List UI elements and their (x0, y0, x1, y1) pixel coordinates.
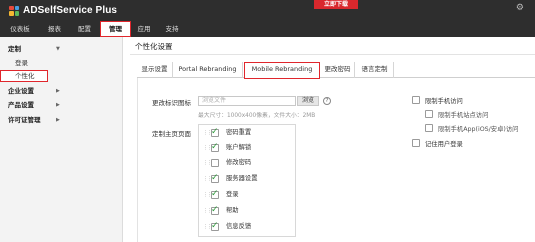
tab-change-password[interactable]: 更改密码 (321, 62, 355, 78)
product-logo[interactable]: ADSelfService Plus (9, 5, 117, 16)
sidebar-section-customize[interactable]: 定制 ▼ (0, 43, 122, 55)
checkbox-change-password[interactable] (211, 159, 219, 167)
tab-display-settings[interactable]: 显示设置 (137, 62, 173, 78)
chevron-right-icon: ▶ (56, 102, 60, 108)
list-item-feedback[interactable]: ⋮⋮ ✓ 信息反馈 (199, 221, 295, 233)
option-label: 帮助 (226, 207, 239, 214)
chevron-right-icon: ▶ (56, 88, 60, 94)
tab-portal-rebranding[interactable]: Portal Rebranding (173, 62, 243, 78)
option-label: 服务器设置 (226, 175, 258, 182)
sidebar-section-product-settings[interactable]: 产品设置 ▶ (0, 99, 122, 111)
change-logo-label: 更改标识图标 (152, 99, 191, 107)
sidebar-item-label: 定制 (8, 45, 21, 53)
logo-square-red (9, 5, 14, 10)
top-header: ADSelfService Plus 立即下载 ⚙ 仪表板 报表 配置 管理 应… (0, 0, 535, 37)
drag-handle-icon[interactable]: ⋮⋮ (203, 224, 212, 230)
check-icon: ✓ (211, 127, 219, 137)
remember-login-label: 记住用户登录 (425, 141, 463, 148)
checkbox-login[interactable]: ✓ (211, 189, 219, 199)
restrict-mobile-web-label: 限制手机站点访问 (438, 112, 489, 119)
option-label: 密码重置 (226, 129, 252, 136)
logo-square-blue (14, 5, 19, 10)
checkbox-restrict-mobile-app[interactable] (425, 124, 433, 132)
drag-handle-icon[interactable]: ⋮⋮ (203, 208, 212, 214)
list-item-account-unlock[interactable]: ⋮⋮ ✓ 账户解锁 (199, 142, 295, 154)
nav-tab-dashboard[interactable]: 仪表板 (0, 21, 40, 37)
checkbox-restrict-mobile-access[interactable] (412, 96, 420, 104)
checkbox-account-unlock[interactable]: ✓ (211, 142, 219, 152)
check-icon: ✓ (211, 173, 219, 183)
sidebar-section-enterprise-settings[interactable]: 企业设置 ▶ (0, 85, 122, 97)
list-item-login[interactable]: ⋮⋮ ✓ 登录 (199, 189, 295, 201)
restrict-mobile-app-label: 限制手机App(iOS/安卓)访问 (438, 126, 519, 133)
sidebar-item-label: 产品设置 (8, 101, 34, 109)
help-icon[interactable]: ? (323, 97, 331, 105)
sidebar-item-personalize[interactable]: 个性化 (0, 70, 48, 82)
gear-icon[interactable]: ⚙ (516, 4, 524, 13)
chevron-right-icon: ▶ (56, 117, 60, 123)
tab-language-customization[interactable]: 语言定制 (356, 62, 394, 78)
check-icon: ✓ (211, 142, 219, 152)
product-name: ADSelfService Plus (23, 5, 118, 16)
nav-tab-configuration[interactable]: 配置 (69, 21, 100, 37)
checkbox-server-settings[interactable]: ✓ (211, 173, 219, 183)
checkbox-help[interactable]: ✓ (211, 205, 219, 215)
nav-tab-support[interactable]: 支持 (157, 21, 187, 37)
settings-tabs: 显示设置 Portal Rebranding Mobile Rebranding… (137, 62, 535, 79)
option-label: 信息反馈 (226, 223, 252, 230)
chevron-down-icon: ▼ (56, 46, 60, 52)
checkbox-password-reset[interactable]: ✓ (211, 127, 219, 137)
left-sidebar: 定制 ▼ 登录 个性化 企业设置 ▶ 产品设置 ▶ 许可证管理 ▶ (0, 37, 123, 242)
drag-handle-icon[interactable]: ⋮⋮ (203, 145, 212, 151)
drag-handle-icon[interactable]: ⋮⋮ (203, 192, 212, 198)
checkbox-remember-login[interactable] (412, 139, 420, 147)
restrict-mobile-access-label: 限制手机访问 (425, 98, 463, 105)
sidebar-item-login[interactable]: 登录 (0, 57, 122, 69)
divider (130, 54, 535, 55)
nav-tab-reports[interactable]: 报表 (40, 21, 69, 37)
download-now-button[interactable]: 立即下载 (314, 0, 358, 9)
home-options-list: ⋮⋮ ✓ 密码重置 ⋮⋮ ✓ 账户解锁 ⋮⋮ 修改密码 ⋮⋮ ✓ 服务器设置 ⋮… (198, 124, 296, 237)
list-item-password-reset[interactable]: ⋮⋮ ✓ 密码重置 (199, 127, 295, 139)
logo-square-green (14, 11, 19, 16)
logo-square-yellow (9, 11, 14, 16)
check-icon: ✓ (211, 205, 219, 215)
nav-tab-applications[interactable]: 应用 (131, 21, 157, 37)
sidebar-item-label: 企业设置 (8, 87, 34, 95)
logo-file-input[interactable]: 浏览文件 (198, 96, 296, 106)
drag-handle-icon[interactable]: ⋮⋮ (203, 160, 212, 166)
logo-size-hint: 最大尺寸：1000x400像素，文件大小：2MB (198, 113, 316, 119)
drag-handle-icon[interactable]: ⋮⋮ (203, 176, 212, 182)
page-title: 个性化设置 (135, 42, 173, 51)
option-label: 修改密码 (226, 159, 252, 166)
logo-mark-icon (9, 5, 19, 16)
list-item-change-password[interactable]: ⋮⋮ 修改密码 (199, 157, 295, 169)
tab-mobile-rebranding[interactable]: Mobile Rebranding (244, 62, 320, 79)
browse-button[interactable]: 浏览 (297, 96, 319, 106)
main-nav: 仪表板 报表 配置 管理 应用 支持 (0, 21, 187, 37)
customize-home-label: 定制主页页面 (152, 130, 191, 138)
list-item-server-settings[interactable]: ⋮⋮ ✓ 服务器设置 (199, 173, 295, 185)
option-label: 账户解锁 (226, 144, 252, 151)
check-icon: ✓ (211, 221, 219, 231)
list-item-help[interactable]: ⋮⋮ ✓ 帮助 (199, 205, 295, 217)
drag-handle-icon[interactable]: ⋮⋮ (203, 130, 212, 136)
check-icon: ✓ (211, 189, 219, 199)
nav-tab-admin[interactable]: 管理 (100, 21, 131, 37)
checkbox-restrict-mobile-web[interactable] (425, 110, 433, 118)
sidebar-section-license-management[interactable]: 许可证管理 ▶ (0, 114, 122, 126)
sidebar-item-label: 许可证管理 (8, 116, 41, 124)
checkbox-feedback[interactable]: ✓ (211, 221, 219, 231)
mobile-rebranding-panel (137, 78, 535, 242)
option-label: 登录 (226, 191, 239, 198)
